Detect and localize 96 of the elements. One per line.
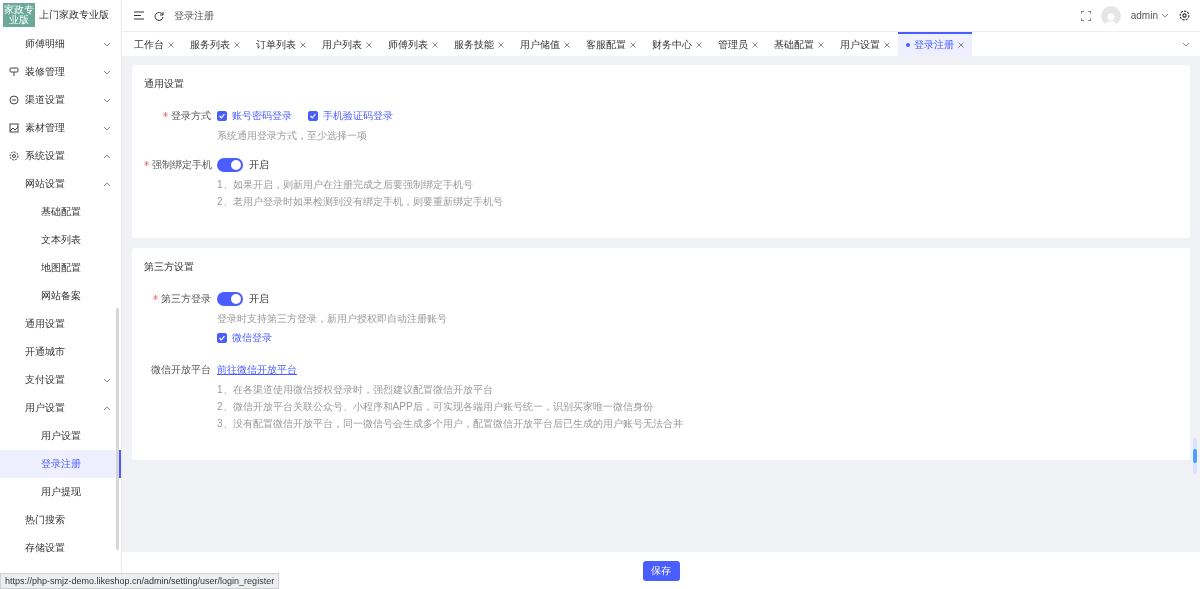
tab[interactable]: 工作台	[126, 32, 182, 56]
save-button[interactable]: 保存	[642, 560, 680, 581]
hint-text: 2、老用户登录时如果检测到没有绑定手机，则要重新绑定手机号	[217, 195, 503, 208]
sidebar-item[interactable]: 登录注册	[0, 450, 121, 478]
chevron-down-icon	[103, 125, 111, 131]
sidebar-item[interactable]: 师傅明细	[0, 30, 121, 58]
tab[interactable]: 服务技能	[446, 32, 512, 56]
logo: 家政专业版	[3, 3, 35, 27]
sidebar-item[interactable]: 网站设置	[0, 170, 121, 198]
close-icon[interactable]	[884, 42, 890, 48]
tab[interactable]: 用户设置	[832, 32, 898, 56]
close-icon[interactable]	[752, 42, 758, 48]
field-label: 第三方登录	[144, 290, 217, 347]
sidebar-item[interactable]: 热门搜索	[0, 506, 121, 534]
close-icon[interactable]	[432, 42, 438, 48]
sidebar-item[interactable]: 支付设置	[0, 366, 121, 394]
sidebar-item[interactable]: 文本列表	[0, 226, 121, 254]
tab[interactable]: 服务列表	[182, 32, 248, 56]
tab[interactable]: 基础配置	[766, 32, 832, 56]
chevron-down-icon	[103, 97, 111, 103]
sidebar-item[interactable]: 基础配置	[0, 198, 121, 226]
scrollbar[interactable]	[1193, 438, 1197, 474]
toggle-switch[interactable]	[217, 158, 243, 172]
hint-text: 1、在各渠道使用微信授权登录时，强烈建议配置微信开放平台	[217, 383, 494, 396]
tab[interactable]: 用户储值	[512, 32, 578, 56]
hint-text: 1、如果开启，则新用户在注册完成之后要强制绑定手机号	[217, 178, 474, 191]
chevron-up-icon	[103, 181, 111, 187]
chevron-down-icon	[103, 377, 111, 383]
close-icon[interactable]	[300, 42, 306, 48]
sidebar-item[interactable]: 地图配置	[0, 254, 121, 282]
sidebar-item[interactable]: 开通城市	[0, 338, 121, 366]
sidebar-item[interactable]: 存储设置	[0, 534, 121, 562]
scrollbar[interactable]	[116, 308, 119, 550]
user-menu[interactable]: admin	[1130, 10, 1169, 21]
brush-icon	[9, 67, 19, 77]
tab[interactable]: 师傅列表	[380, 32, 446, 56]
close-icon[interactable]	[234, 42, 240, 48]
gear-icon	[9, 151, 19, 161]
sidebar-item[interactable]: 装修管理	[0, 58, 121, 86]
toggle-switch[interactable]	[217, 292, 243, 306]
sidebar-item[interactable]: 系统设置	[0, 142, 121, 170]
chat-icon	[9, 95, 19, 105]
sidebar-item[interactable]: 网站备案	[0, 282, 121, 310]
switch-label: 开启	[249, 292, 269, 306]
sidebar-item[interactable]: 渠道设置	[0, 86, 121, 114]
settings-icon[interactable]	[1179, 10, 1190, 21]
chevron-up-icon	[103, 153, 111, 159]
chevron-up-icon	[103, 405, 111, 411]
check-icon	[309, 112, 317, 120]
field-label: 强制绑定手机	[144, 156, 217, 208]
refresh-icon[interactable]	[154, 10, 164, 21]
app-title: 上门家政专业版	[39, 8, 109, 22]
menu-icon[interactable]	[134, 11, 144, 20]
chevron-down-icon	[1161, 13, 1169, 18]
tab[interactable]: 财务中心	[644, 32, 710, 56]
sidebar-item[interactable]: 用户设置	[0, 422, 121, 450]
tab[interactable]: 客服配置	[578, 32, 644, 56]
close-icon[interactable]	[564, 42, 570, 48]
link[interactable]: 前往微信开放平台	[217, 363, 297, 377]
check-icon	[218, 334, 226, 342]
status-url: https://php-smjz-demo.likeshop.cn/admin/setting/user/login_register	[0, 573, 280, 589]
tab[interactable]: 订单列表	[248, 32, 314, 56]
close-icon[interactable]	[630, 42, 636, 48]
image-icon	[9, 123, 19, 133]
field-label: 登录方式	[144, 107, 217, 142]
close-icon[interactable]	[498, 42, 504, 48]
checkbox[interactable]: 微信登录	[217, 331, 272, 345]
required-icon	[153, 295, 158, 300]
required-icon	[144, 161, 149, 166]
tab[interactable]: 用户列表	[314, 32, 380, 56]
sidebar-item[interactable]: 用户设置	[0, 394, 121, 422]
close-icon[interactable]	[958, 42, 964, 48]
fullscreen-icon[interactable]	[1080, 10, 1091, 21]
checkbox[interactable]: 手机验证码登录	[308, 109, 393, 123]
breadcrumb: 登录注册	[174, 8, 215, 23]
close-icon[interactable]	[696, 42, 702, 48]
sidebar-item[interactable]: 通用设置	[0, 310, 121, 338]
chevron-down-icon	[103, 69, 111, 75]
card-title: 第三方设置	[144, 260, 195, 274]
hint-text: 登录时支持第三方登录，新用户授权即自动注册账号	[217, 312, 447, 325]
required-icon	[163, 112, 168, 117]
chevron-down-icon	[103, 41, 111, 47]
sidebar-item[interactable]: 用户提现	[0, 478, 121, 506]
field-label: 微信开放平台	[150, 363, 212, 377]
tab[interactable]: 登录注册	[898, 32, 972, 56]
close-icon[interactable]	[168, 42, 174, 48]
check-icon	[218, 112, 226, 120]
tab[interactable]: 管理员	[710, 32, 766, 56]
chevron-down-icon	[1182, 41, 1190, 47]
close-icon[interactable]	[366, 42, 372, 48]
card-title: 通用设置	[144, 77, 185, 91]
hint-text: 3、没有配置微信开放平台，同一微信号会生成多个用户，配置微信开放平台后已生成的用户账号无法合并	[217, 417, 683, 430]
checkbox[interactable]: 账号密码登录	[217, 109, 292, 123]
sidebar-item[interactable]: 素材管理	[0, 114, 121, 142]
close-icon[interactable]	[818, 42, 824, 48]
switch-label: 开启	[249, 158, 269, 172]
